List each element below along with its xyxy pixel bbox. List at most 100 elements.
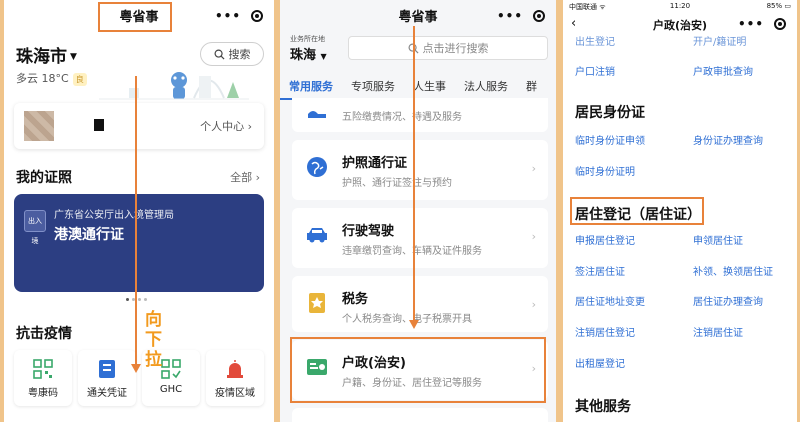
screenshot-collage: 粤省事 ••• 珠海市 ▼ 多云 18°C 良 搜索 个人中心 › 我的证照 全… bbox=[0, 0, 800, 422]
pull-down-hint: 向 下 拉 bbox=[145, 310, 165, 370]
more-icon[interactable]: ••• bbox=[738, 17, 764, 31]
region-selector[interactable]: 珠海 ▼ bbox=[290, 44, 327, 63]
quick-action-label: 粤康码 bbox=[28, 388, 58, 399]
globe-icon bbox=[307, 157, 327, 177]
car-icon bbox=[307, 228, 327, 243]
services-screen: 粤省事 ••• 业务所在地 珠海 ▼ 点击进行搜索 常用服务 专项服务 人生事 … bbox=[280, 0, 556, 422]
search-label: 搜索 bbox=[228, 48, 251, 61]
nav-bar: ‹ 户政(治安) ••• bbox=[563, 14, 797, 34]
user-card[interactable]: 个人中心 › bbox=[14, 103, 264, 149]
battery: 85% ▭ bbox=[766, 2, 791, 10]
quick-action-risk-area[interactable]: 疫情区域 bbox=[206, 350, 264, 406]
link-permit-address-change[interactable]: 居住证地址变更 bbox=[575, 293, 645, 308]
scroll-guide-arrow bbox=[413, 26, 415, 322]
caret-down-icon: ▼ bbox=[70, 52, 77, 62]
exit-entry-emblem-icon: 出入境 bbox=[24, 210, 46, 245]
link-residence-permit-apply[interactable]: 申领居住证 bbox=[693, 232, 743, 247]
weather-info: 多云 18°C 良 bbox=[16, 70, 87, 86]
household-services-screen: 中国联通 ᯤ 11:20 85% ▭ ‹ 户政(治安) ••• 出生登记 开户/… bbox=[563, 0, 797, 422]
caret-down-icon: ▼ bbox=[320, 52, 327, 61]
link-temp-id-apply[interactable]: 临时身份证申领 bbox=[575, 132, 645, 147]
chevron-right-icon: › bbox=[531, 162, 536, 175]
service-desc: 违章缴罚查询、车辆及证件服务 bbox=[342, 246, 482, 257]
qr-grid-icon bbox=[33, 359, 53, 379]
search-input[interactable]: 点击进行搜索 bbox=[348, 36, 548, 60]
hint-char: 下 bbox=[145, 330, 162, 350]
tab-life-events[interactable]: 人生事 bbox=[404, 74, 455, 100]
weather-text: 多云 18°C bbox=[16, 72, 69, 85]
close-miniprogram-icon[interactable] bbox=[773, 18, 786, 30]
link-rental-registration[interactable]: 出租屋登记 bbox=[575, 355, 625, 370]
tab-common[interactable]: 常用服务 bbox=[280, 74, 342, 100]
tab-special[interactable]: 专项服务 bbox=[342, 74, 404, 100]
search-placeholder: 点击进行搜索 bbox=[422, 42, 489, 55]
link-permit-reissue[interactable]: 补领、换领居住证 bbox=[693, 263, 773, 278]
service-title: 行驶驾驶 bbox=[342, 224, 395, 239]
tab-group[interactable]: 群 bbox=[517, 74, 546, 100]
my-certs-title: 我的证照 bbox=[16, 170, 72, 186]
link-permit-endorse[interactable]: 签注居住证 bbox=[575, 263, 625, 278]
city-selector[interactable]: 珠海市 ▼ bbox=[16, 42, 77, 67]
avatar bbox=[24, 111, 54, 141]
social-security-icon bbox=[308, 111, 326, 118]
personal-center-link[interactable]: 个人中心 › bbox=[200, 118, 252, 134]
search-button[interactable]: 搜索 bbox=[200, 42, 264, 66]
capsule-menu[interactable]: ••• bbox=[210, 6, 268, 26]
tab-legal-person[interactable]: 法人服务 bbox=[455, 74, 517, 100]
household-highlight bbox=[290, 337, 546, 403]
personal-center-label: 个人中心 bbox=[200, 120, 245, 133]
service-tax[interactable]: 税务 个人税务查询、电子税票开具 › bbox=[292, 276, 548, 332]
close-miniprogram-icon[interactable] bbox=[532, 10, 545, 22]
quick-action-health-code[interactable]: 粤康码 bbox=[14, 350, 72, 406]
epidemic-title: 抗击疫情 bbox=[16, 326, 72, 342]
pass-doc-icon bbox=[99, 360, 115, 378]
home-screen: 粤省事 ••• 珠海市 ▼ 多云 18°C 良 搜索 个人中心 › 我的证照 全… bbox=[4, 0, 274, 422]
resident-id-title: 居民身份证 bbox=[575, 105, 645, 121]
hint-char: 拉 bbox=[145, 350, 162, 370]
more-icon[interactable]: ••• bbox=[497, 9, 523, 23]
close-miniprogram-icon[interactable] bbox=[250, 10, 263, 22]
tax-icon bbox=[309, 293, 325, 313]
cert-name: 港澳通行证 bbox=[54, 227, 124, 243]
service-title: 税务 bbox=[342, 292, 369, 307]
link-permit-cancel[interactable]: 注销居住证 bbox=[693, 324, 743, 339]
capsule-menu[interactable]: ••• bbox=[733, 14, 791, 34]
capsule-menu[interactable]: ••• bbox=[492, 6, 550, 26]
link-approval-query[interactable]: 户政审批查询 bbox=[693, 63, 753, 78]
service-social-security[interactable]: 五险缴费情况、待遇及服务 bbox=[292, 98, 548, 132]
quick-action-label: 通关凭证 bbox=[87, 388, 127, 399]
battery-level: 85% bbox=[766, 2, 783, 10]
user-name-redacted bbox=[94, 119, 104, 131]
link-id-query[interactable]: 身份证办理查询 bbox=[693, 132, 763, 147]
cert-card-hk-macau-pass[interactable]: 出入境 广东省公安厅出入境管理局 港澳通行证 bbox=[14, 194, 264, 292]
more-icon[interactable]: ••• bbox=[215, 9, 241, 23]
residence-highlight bbox=[570, 197, 704, 225]
link-temp-id-proof[interactable]: 临时身份证明 bbox=[575, 163, 635, 178]
service-passport[interactable]: 护照通行证 护照、通行证签注与预约 › bbox=[292, 140, 548, 200]
quick-action-pass[interactable]: 通关凭证 bbox=[78, 350, 136, 406]
region-label: 业务所在地 bbox=[290, 35, 325, 43]
chevron-right-icon: › bbox=[531, 298, 536, 311]
link-account-certificate[interactable]: 开户/籍证明 bbox=[693, 33, 746, 48]
title-highlight bbox=[98, 2, 172, 32]
service-title: 护照通行证 bbox=[342, 156, 408, 171]
service-driving[interactable]: 行驶驾驶 违章缴罚查询、车辆及证件服务 › bbox=[292, 208, 548, 268]
aqi-badge: 良 bbox=[72, 72, 87, 86]
alarm-icon bbox=[227, 360, 243, 378]
link-residence-cancel[interactable]: 注销居住登记 bbox=[575, 324, 635, 339]
service-tabs: 常用服务 专项服务 人生事 法人服务 群 bbox=[280, 74, 556, 100]
service-desc: 五险缴费情况、待遇及服务 bbox=[342, 112, 462, 123]
service-next-partial[interactable] bbox=[292, 408, 548, 422]
cert-issuer: 广东省公安厅出入境管理局 bbox=[54, 210, 174, 221]
region-value: 珠海 bbox=[290, 48, 317, 63]
chevron-right-icon: › bbox=[531, 230, 536, 243]
all-certs-link[interactable]: 全部 › bbox=[230, 169, 260, 185]
clock: 11:20 bbox=[669, 2, 691, 10]
link-residence-declare[interactable]: 申报居住登记 bbox=[575, 232, 635, 247]
chevron-right-icon: › bbox=[247, 120, 252, 133]
service-desc: 护照、通行证签注与预约 bbox=[342, 178, 452, 189]
link-deregistration[interactable]: 户口注销 bbox=[575, 63, 615, 78]
scroll-guide-arrow bbox=[135, 76, 137, 366]
link-permit-query[interactable]: 居住证办理查询 bbox=[693, 293, 763, 308]
link-birth-registration[interactable]: 出生登记 bbox=[575, 33, 615, 48]
